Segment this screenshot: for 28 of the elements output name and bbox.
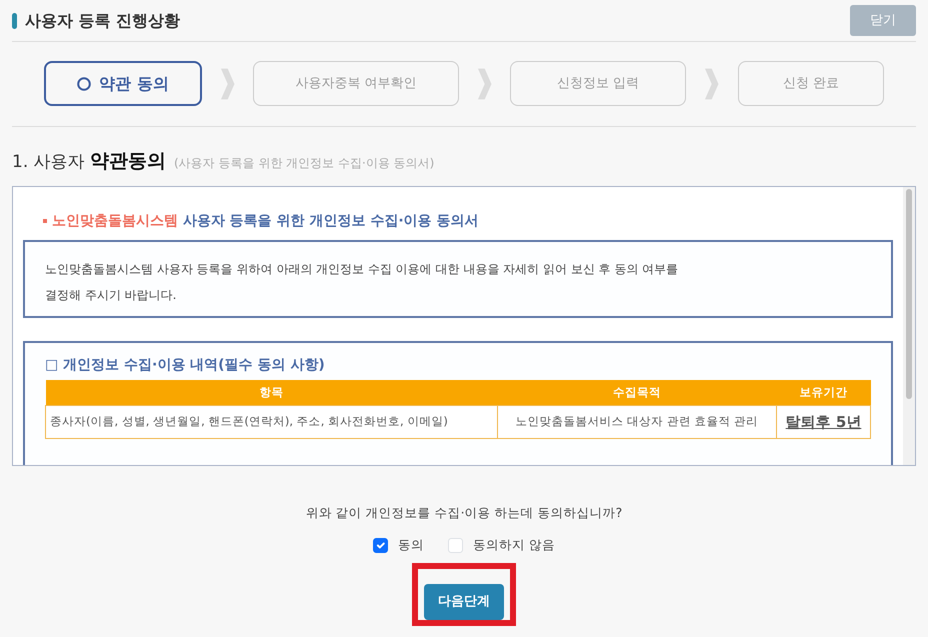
retention-link[interactable]: 탈퇴후 5년: [776, 405, 870, 439]
step-tab[interactable]: 신청 완료: [738, 61, 884, 106]
scrollbar-thumb[interactable]: [906, 188, 912, 398]
agreement-heading: 노인맞춤돌봄시스템 사용자 등록을 위한 개인정보 수집·이용 동의서: [23, 210, 893, 232]
column-header: 항목: [46, 380, 498, 406]
chevron-icon: [220, 67, 236, 101]
table-cell: 종사자(이름, 성별, 생년월일, 핸드폰(연락처), 주소, 회사전화번호, 이메일): [46, 405, 498, 439]
section-title: 1. 사용자 약관동의: [12, 149, 166, 174]
option-label[interactable]: 동의: [398, 536, 424, 555]
table-cell: 노인맞춤돌봄서비스 대상자 관련 효율적 관리: [497, 405, 776, 439]
section-subtitle: (사용자 등록을 위한 개인정보 수집·이용 동의서): [174, 155, 434, 172]
consent-question: 위와 같이 개인정보를 수집·이용 하는데 동의하십니까?: [304, 504, 624, 522]
checkbox[interactable]: [373, 538, 388, 554]
step-tab[interactable]: 약관 동의: [44, 61, 202, 106]
intro-text: 노인맞춤돌봄시스템 사용자 등록을 위하여 아래의 개인정보 수집 이용에 대한 내용을 자세히 읽어 보신 후 동의 여부를 결정해 주시기 바랍니다.: [45, 260, 680, 304]
page-title: 사용자 등록 진행상황: [25, 10, 180, 32]
step-tab[interactable]: 신청정보 입력: [510, 61, 686, 106]
column-header: 수집목적: [497, 380, 776, 406]
step-tab[interactable]: 사용자중복 여부확인: [253, 61, 459, 106]
bullet-icon: [43, 218, 47, 223]
option-label[interactable]: 동의하지 않음: [473, 536, 555, 555]
marker-icon: [12, 12, 17, 28]
column-header: 보유기간: [776, 380, 870, 406]
chevron-icon: [704, 67, 720, 101]
circle-icon: [77, 76, 92, 90]
next-step-button[interactable]: 다음단계: [424, 584, 504, 620]
chevron-icon: [476, 67, 492, 101]
details-title: □ 개인정보 수집·이용 내역(필수 동의 사항): [45, 356, 326, 374]
